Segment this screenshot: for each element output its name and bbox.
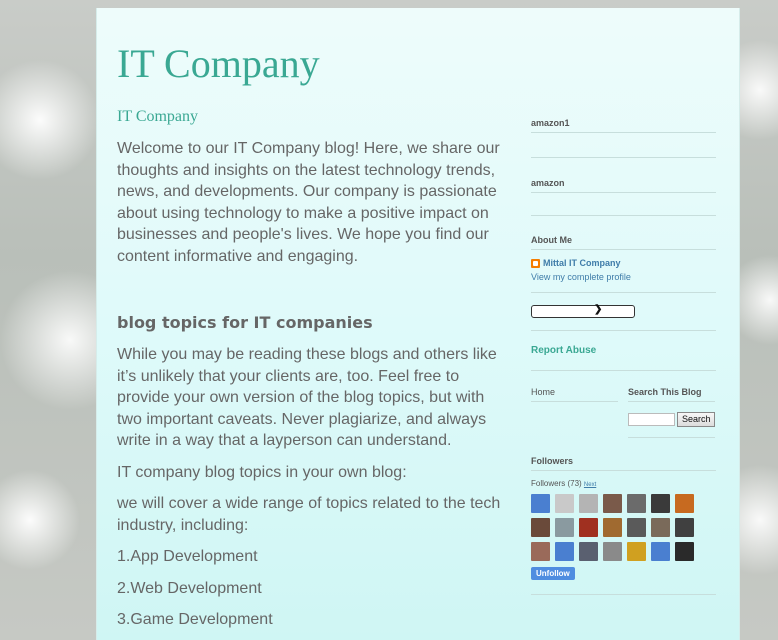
follower-avatar[interactable] [579, 542, 598, 562]
follower-avatar[interactable] [627, 518, 646, 538]
about-me-title: About Me [531, 235, 716, 250]
divider [531, 282, 716, 294]
follower-avatar[interactable] [603, 494, 622, 514]
sidebar: amazon1 amazon About Me Mittal IT Compan… [531, 108, 716, 596]
chevron-down-icon: ❯ [594, 304, 603, 316]
followers-count-row: Followers (73) Next [531, 479, 716, 488]
blogger-icon [531, 259, 540, 269]
follower-avatar[interactable] [627, 494, 646, 514]
widget-title-amazon1: amazon1 [531, 118, 716, 133]
follower-avatar[interactable] [555, 542, 574, 562]
divider [628, 427, 715, 439]
post-line-cover: we will cover a wide range of topics rel… [117, 495, 501, 534]
divider [531, 193, 716, 216]
home-link[interactable]: Home [531, 387, 618, 403]
archive-dropdown[interactable]: ❯ [531, 304, 716, 319]
post-paragraph: While you may be reading these blogs and… [117, 346, 497, 449]
report-abuse-link[interactable]: Report Abuse [531, 345, 716, 356]
follower-avatar[interactable] [651, 518, 670, 538]
follower-avatar[interactable] [603, 542, 622, 562]
follower-avatar[interactable] [579, 518, 598, 538]
follower-avatar[interactable] [531, 518, 550, 538]
archive-select[interactable]: ❯ [531, 304, 635, 319]
blog-title[interactable]: IT Company [117, 44, 320, 84]
post-line-topics: IT company blog topics in your own blog: [117, 463, 407, 481]
follower-avatar[interactable] [531, 542, 550, 562]
unfollow-button[interactable]: Unfollow [531, 567, 575, 581]
post-intro: Welcome to our IT Company blog! Here, we… [117, 140, 500, 265]
followers-next-link[interactable]: Next [584, 482, 596, 488]
home-search-row: Home Search This Blog Search [531, 387, 716, 439]
profile-row: Mittal IT Company [531, 258, 716, 269]
post-title[interactable]: IT Company [117, 108, 507, 126]
follower-avatar[interactable] [603, 518, 622, 538]
profile-name-link[interactable]: Mittal IT Company [543, 258, 621, 268]
search-input[interactable] [628, 413, 676, 427]
divider [531, 318, 716, 332]
post-area: IT Company Welcome to our IT Company blo… [117, 108, 507, 631]
follower-avatar[interactable] [651, 542, 670, 562]
list-item: 1.App Development [117, 548, 258, 565]
blog-panel: IT Company IT Company Welcome to our IT … [96, 8, 740, 640]
follower-avatar[interactable] [627, 542, 646, 562]
list-item: 3.Game Development [117, 611, 273, 628]
follower-avatar[interactable] [675, 494, 694, 514]
section-heading: blog topics for IT companies [117, 313, 373, 332]
search-title: Search This Blog [628, 387, 715, 403]
follower-avatar[interactable] [675, 542, 694, 562]
follower-avatar[interactable] [555, 494, 574, 514]
widget-title-amazon: amazon [531, 178, 716, 193]
divider [531, 133, 716, 158]
home-col: Home [531, 387, 618, 438]
search-button[interactable]: Search [677, 412, 715, 428]
followers-grid [531, 494, 716, 562]
search-col: Search This Blog Search [628, 387, 715, 439]
follower-avatar[interactable] [579, 494, 598, 514]
followers-count: Followers (73) [531, 479, 582, 489]
follower-avatar[interactable] [531, 494, 550, 514]
follower-avatar[interactable] [651, 494, 670, 514]
follower-avatar[interactable] [675, 518, 694, 538]
list-item: 2.Web Development [117, 579, 262, 597]
divider [531, 580, 716, 596]
followers-title: Followers [531, 456, 716, 472]
search-form: Search [628, 412, 715, 428]
divider [531, 356, 716, 372]
follower-avatar[interactable] [555, 518, 574, 538]
view-profile-link[interactable]: View my complete profile [531, 272, 716, 282]
